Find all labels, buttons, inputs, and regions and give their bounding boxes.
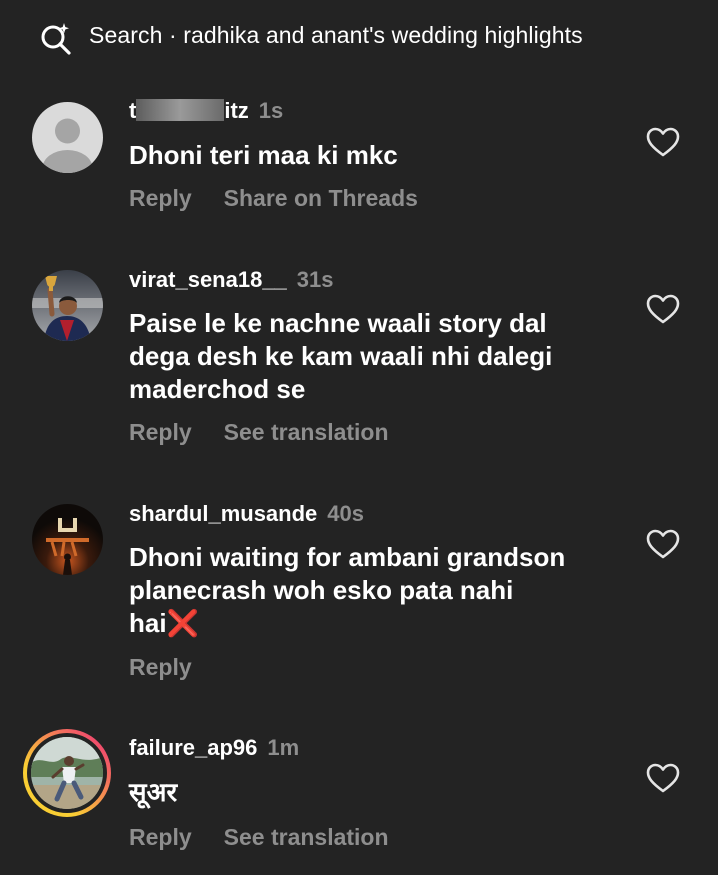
search-query-text[interactable]: Search · radhika and anant's wedding hig… (89, 22, 583, 49)
timestamp: 40s (327, 501, 364, 526)
username[interactable]: virat_sena18__ (129, 267, 287, 292)
reply-button[interactable]: Reply (129, 419, 192, 445)
comment-text: Paise le ke nachne waali story dal dega … (129, 307, 629, 406)
comment-header: virat_sena18__ 31s (129, 267, 334, 293)
comment-text: सूअर (129, 777, 178, 807)
comment-text: Dhoni waiting for ambani grandson planec… (129, 541, 629, 640)
comment-line: dega desh ke kam waali nhi dalegi (129, 341, 553, 371)
reply-button[interactable]: Reply (129, 824, 192, 850)
timestamp: 1m (267, 735, 300, 760)
cross-mark-emoji: ❌ (166, 608, 199, 638)
search-prefix: Search · (89, 22, 184, 48)
comment-actions: Reply Share on Threads (129, 185, 418, 212)
see-translation-button[interactable]: See translation (224, 824, 389, 850)
username[interactable]: failure_ap96 (129, 735, 257, 760)
timestamp: 31s (296, 267, 334, 292)
search-sparkle-icon (41, 23, 71, 55)
default-avatar[interactable] (32, 102, 103, 173)
comment-line: hai❌ (129, 608, 199, 638)
heart-icon[interactable] (646, 762, 680, 794)
redacted-block (136, 99, 225, 121)
story-ring-avatar (31, 737, 103, 809)
poster-avatar[interactable] (32, 504, 103, 575)
username[interactable]: t itz (129, 98, 249, 123)
comment-actions: Reply See translation (129, 419, 389, 446)
trophy-player-avatar[interactable] (32, 270, 103, 341)
comment-header: failure_ap96 1m (129, 735, 299, 761)
heart-icon[interactable] (646, 126, 680, 158)
heart-icon[interactable] (646, 528, 680, 560)
comment-header: t itz 1s (129, 98, 283, 124)
comment-line: maderchod se (129, 374, 306, 404)
comment-text: Dhoni teri maa ki mkc (129, 140, 398, 170)
search-bar[interactable]: Search · radhika and anant's wedding hig… (0, 0, 718, 76)
heart-icon[interactable] (646, 293, 680, 325)
see-translation-button[interactable]: See translation (224, 419, 389, 445)
comment-header: shardul_musande 40s (129, 501, 364, 527)
timestamp: 1s (258, 98, 284, 123)
reply-button[interactable]: Reply (129, 654, 192, 680)
comment-line: planecrash woh esko pata nahi (129, 575, 514, 605)
comments-page: Search · radhika and anant's wedding hig… (0, 0, 718, 875)
comment-actions: Reply See translation (129, 824, 389, 851)
username[interactable]: shardul_musande (129, 501, 317, 526)
comment-actions: Reply (129, 654, 192, 681)
comment-line: Dhoni waiting for ambani grandson (129, 542, 566, 572)
story-ring[interactable] (23, 729, 111, 817)
reply-button[interactable]: Reply (129, 185, 192, 211)
comment-line: Paise le ke nachne waali story dal (129, 308, 547, 338)
share-on-threads-button[interactable]: Share on Threads (224, 185, 418, 211)
search-query: radhika and anant's wedding highlights (183, 22, 583, 48)
